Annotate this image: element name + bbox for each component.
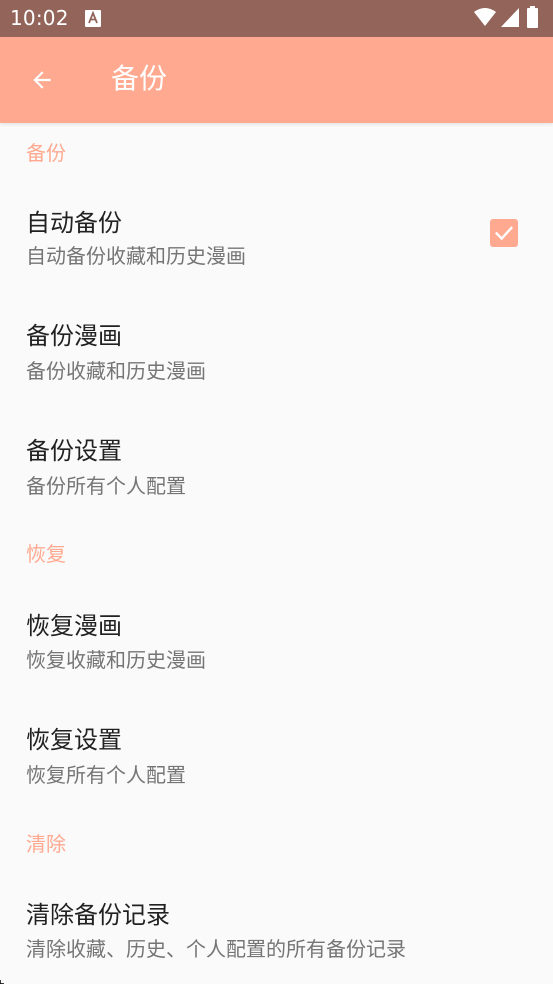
pref-summary: 自动备份收藏和历史漫画 — [26, 244, 246, 268]
pref-title: 恢复设置 — [26, 726, 122, 754]
pref-restore-comics[interactable]: 恢复漫画 恢复收藏和历史漫画 — [0, 588, 553, 688]
pref-title: 备份设置 — [26, 437, 122, 465]
pref-title: 恢复漫画 — [26, 612, 122, 640]
auto-backup-checkbox[interactable] — [490, 219, 518, 247]
pref-title: 备份漫画 — [26, 322, 122, 350]
section-header-clear: 清除 — [26, 832, 66, 856]
pref-summary: 恢复收藏和历史漫画 — [26, 648, 206, 672]
pref-summary: 恢复所有个人配置 — [26, 763, 186, 787]
section-header-restore: 恢复 — [26, 542, 66, 566]
pref-summary: 清除收藏、历史、个人配置的所有备份记录 — [26, 937, 406, 961]
pref-clear-records[interactable]: 清除备份记录 清除收藏、历史、个人配置的所有备份记录 — [0, 878, 553, 978]
check-icon — [494, 226, 514, 241]
pref-restore-settings[interactable]: 恢复设置 恢复所有个人配置 — [0, 703, 553, 803]
arrow-back-icon — [33, 71, 51, 89]
status-time: 10:02 — [10, 6, 69, 30]
pref-backup-settings[interactable]: 备份设置 备份所有个人配置 — [0, 413, 553, 513]
status-bar: 10:02 — [0, 0, 553, 37]
a-notification-icon — [85, 10, 101, 27]
pref-summary: 备份所有个人配置 — [26, 474, 186, 498]
back-button[interactable] — [18, 56, 66, 104]
section-header-backup: 备份 — [26, 141, 66, 165]
app-bar: 备份 — [0, 37, 553, 123]
battery-icon — [527, 6, 538, 28]
pref-title: 清除备份记录 — [26, 901, 170, 929]
screen-corner-mark — [0, 980, 4, 984]
signal-icon — [501, 8, 519, 27]
pref-title: 自动备份 — [26, 209, 122, 237]
pref-auto-backup[interactable]: 自动备份 自动备份收藏和历史漫画 — [0, 183, 553, 283]
wifi-icon — [474, 8, 496, 27]
pref-backup-comics[interactable]: 备份漫画 备份收藏和历史漫画 — [0, 298, 553, 398]
pref-summary: 备份收藏和历史漫画 — [26, 359, 206, 383]
page-title: 备份 — [111, 62, 168, 95]
